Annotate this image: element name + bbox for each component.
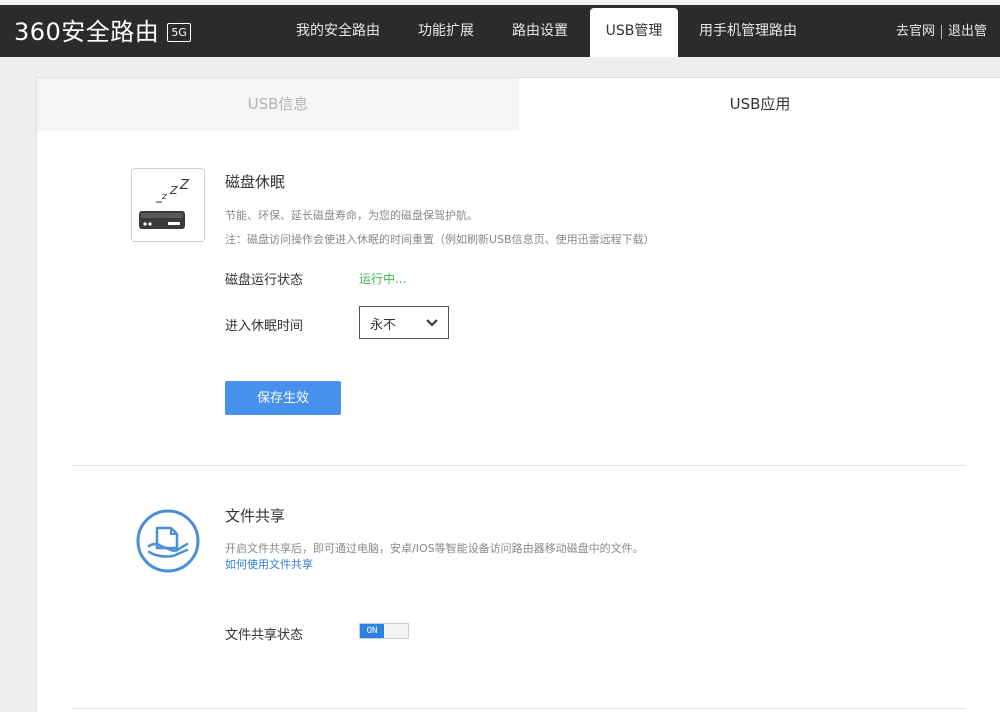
header-right-links: 去官网 退出管 [896,8,987,57]
toggle-on-indicator: ON [360,624,384,638]
sleep-time-label: 进入休眠时间 [225,319,304,334]
official-site-link[interactable]: 去官网 [896,24,935,39]
section-divider-bottom [71,708,966,709]
file-share-title: 文件共享 [225,507,286,525]
link-separator [941,24,943,39]
file-share-status-label: 文件共享状态 [225,628,304,643]
disk-sleep-note: 注：磁盘访问操作会使进入休眠的时间重置（例如刷新USB信息页、使用迅雷远程下载） [225,233,655,246]
top-strip [0,0,1000,5]
nav-item-my-router[interactable]: 我的安全路由 [282,8,394,57]
svg-text:z: z [161,192,167,202]
file-share-desc: 开启文件共享后，即可通过电脑，安卓/IOS等智能设备访问路由器移动磁盘中的文件。 [225,542,644,555]
logout-link[interactable]: 退出管 [948,24,987,39]
tab-usb-apps[interactable]: USB应用 [519,78,1000,131]
logo-text: 360安全路由 [14,18,160,46]
nav-item-usb-management[interactable]: USB管理 [590,8,678,57]
chevron-down-icon [426,319,438,327]
file-share-help-link[interactable]: 如何使用文件共享 [225,556,313,572]
logo-5g-badge: 5G [167,22,191,42]
section-divider [71,465,966,466]
content-panel: USB信息 USB应用 z Z Z 磁盘休眠 节能、环保、延长磁盘寿命，为您的磁… [36,77,1000,712]
save-button[interactable]: 保存生效 [225,381,341,415]
sleep-time-select[interactable]: 永不 [359,306,449,339]
disk-status-value: 运行中... [359,272,407,286]
nav-item-mobile-management[interactable]: 用手机管理路由 [686,8,810,57]
tab-usb-info[interactable]: USB信息 [37,78,519,131]
logo[interactable]: 360安全路由 5G [14,18,191,46]
svg-text:Z: Z [169,184,178,197]
nav-item-router-settings[interactable]: 路由设置 [498,8,582,57]
disk-sleep-desc: 节能、环保、延长磁盘寿命，为您的磁盘保驾护航。 [225,209,478,222]
sleep-time-selected: 永不 [370,318,397,333]
file-share-toggle[interactable]: ON [359,623,409,639]
nav-item-extensions[interactable]: 功能扩展 [404,8,488,57]
file-share-icon [136,509,200,573]
top-nav-bar: 360安全路由 5G 我的安全路由 功能扩展 路由设置 USB管理 用手机管理路… [0,0,1000,57]
svg-text:Z: Z [179,178,190,193]
disk-sleep-icon: z Z Z [131,168,205,242]
disk-sleep-title: 磁盘休眠 [225,173,286,191]
disk-status-label: 磁盘运行状态 [225,273,304,288]
